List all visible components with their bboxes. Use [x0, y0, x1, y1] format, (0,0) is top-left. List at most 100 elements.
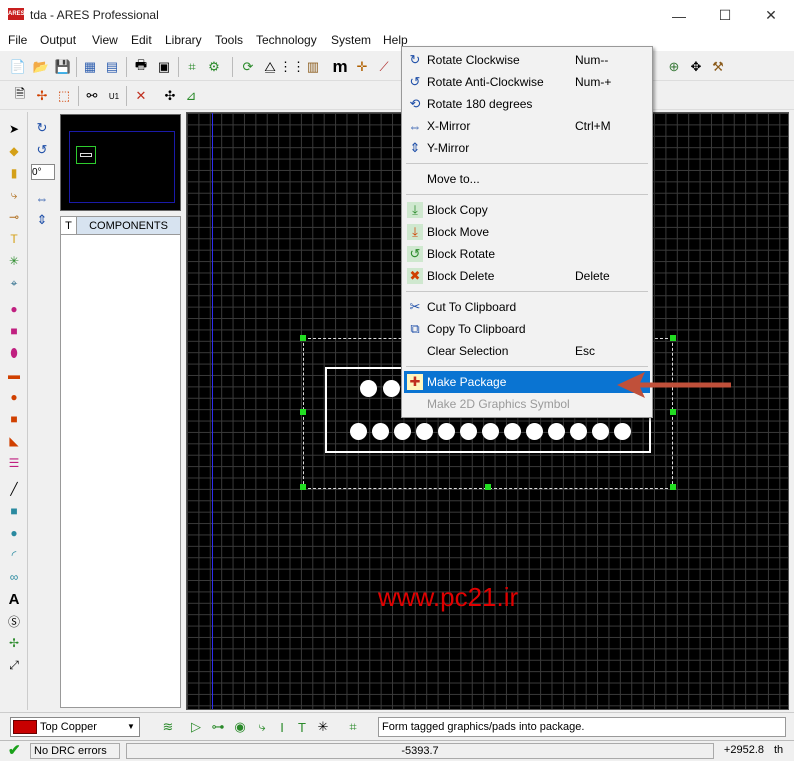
menu-file[interactable]: File — [8, 33, 27, 47]
menu-item-copy[interactable]: ⧉ Copy To Clipboard — [404, 318, 650, 340]
close-button[interactable]: ✕ — [748, 0, 794, 31]
rotate-ccw-icon[interactable]: ↺ — [32, 140, 52, 160]
rect-smt-pad-icon[interactable]: ■ — [5, 410, 23, 428]
coordinate-unit[interactable]: th — [774, 743, 783, 757]
ratsnest-mode-icon[interactable]: ✳ — [5, 252, 23, 270]
menu-technology[interactable]: Technology — [256, 33, 317, 47]
export-icon[interactable]: ▤ — [102, 57, 122, 77]
line-tool-icon[interactable]: ╱ — [5, 480, 23, 498]
minimize-button[interactable]: — — [656, 0, 702, 31]
design-rule-icon[interactable]: ⊿ — [181, 86, 201, 106]
pad[interactable] — [460, 423, 477, 440]
dil-pad-icon[interactable]: ⬮ — [5, 344, 23, 362]
new-file-icon[interactable]: 📄 — [8, 57, 28, 77]
grid-icon[interactable]: ⋮⋮ — [279, 57, 305, 77]
pad[interactable] — [526, 423, 543, 440]
menu-item-cut[interactable]: ✂ Cut To Clipboard — [404, 296, 650, 318]
menu-item-make-package[interactable]: ✚ Make Package — [404, 371, 650, 393]
menu-tools[interactable]: Tools — [215, 33, 243, 47]
menu-item-rotate-180[interactable]: ⟲ Rotate 180 degrees — [404, 93, 650, 115]
menu-edit[interactable]: Edit — [131, 33, 152, 47]
menu-item-rotate-anticlockwise[interactable]: ↺ Rotate Anti-Clockwise Num-+ — [404, 71, 650, 93]
menu-system[interactable]: System — [331, 33, 371, 47]
menu-library[interactable]: Library — [165, 33, 202, 47]
menu-output[interactable]: Output — [40, 33, 76, 47]
maximize-button[interactable]: ☐ — [702, 0, 748, 31]
metric-toggle-button[interactable]: m — [330, 57, 350, 77]
menu-item-block-move[interactable]: ⤓ Block Move — [404, 221, 650, 243]
pad[interactable] — [592, 423, 609, 440]
refresh-icon[interactable]: ⟳ — [238, 57, 258, 77]
package-mode-icon[interactable]: ▮ — [5, 164, 23, 182]
selection-handle[interactable] — [485, 484, 491, 490]
origin-icon[interactable]: ✛ — [352, 57, 372, 77]
x-mirror-icon[interactable]: ⇔ — [32, 188, 52, 208]
layers-visibility-icon[interactable]: ≋ — [158, 717, 178, 737]
component-mode-icon[interactable]: ◆ — [5, 142, 23, 160]
pad[interactable] — [548, 423, 565, 440]
selection-handle[interactable] — [670, 484, 676, 490]
rotation-angle-input[interactable] — [31, 164, 55, 180]
netlist-icon[interactable]: ⌗ — [182, 57, 202, 77]
page-icon[interactable]: 🗎 — [10, 86, 30, 106]
annotate-icon[interactable]: U1 — [104, 86, 124, 106]
pad[interactable] — [614, 423, 631, 440]
component-tab-button[interactable]: T — [61, 217, 77, 235]
selection-handle[interactable] — [670, 409, 676, 415]
selection-handle[interactable] — [300, 484, 306, 490]
tag-component-icon[interactable]: ✢ — [32, 86, 52, 106]
autoplace-icon[interactable]: ⚙ — [204, 57, 224, 77]
layer-dimension-icon[interactable]: I — [272, 717, 292, 737]
square-pad-icon[interactable]: ■ — [5, 322, 23, 340]
block-tag-icon[interactable]: ⬚ — [54, 86, 74, 106]
layer-component-icon[interactable]: ▷ — [186, 717, 206, 737]
track-mode-icon[interactable]: ⤷ — [5, 186, 23, 204]
selection-handle[interactable] — [670, 335, 676, 341]
path-tool-icon[interactable]: ∞ — [5, 568, 23, 586]
save-icon[interactable]: 💾 — [53, 57, 73, 77]
open-folder-icon[interactable]: 📂 — [31, 57, 51, 77]
menu-item-x-mirror[interactable]: ⇔ X-Mirror Ctrl+M — [404, 115, 650, 137]
pad[interactable] — [570, 423, 587, 440]
layer-selector[interactable]: Top Copper ▼ — [10, 717, 140, 737]
menu-item-clear-selection[interactable]: Clear Selection Esc — [404, 340, 650, 362]
chevron-down-icon[interactable]: ▼ — [125, 720, 137, 734]
via-mode-icon[interactable]: ⊸ — [5, 208, 23, 226]
text-tool-icon[interactable]: A — [5, 590, 23, 608]
menu-item-move-to[interactable]: Move to... — [404, 168, 650, 190]
pad[interactable] — [438, 423, 455, 440]
round-pad-icon[interactable]: ● — [5, 300, 23, 318]
import-icon[interactable]: ▦ — [80, 57, 100, 77]
rotate-cw-icon[interactable]: ↻ — [32, 118, 52, 138]
layer-connect-icon[interactable]: ⌗ — [343, 717, 363, 737]
pad[interactable] — [383, 380, 400, 397]
print-icon[interactable]: 🖶 — [131, 57, 151, 77]
y-mirror-icon[interactable]: ⇕ — [32, 210, 52, 230]
check-icon[interactable]: ✔ — [8, 743, 26, 759]
layers-icon[interactable]: ▥ — [303, 57, 323, 77]
flip-icon[interactable]: ⧋ — [260, 57, 280, 77]
edge-pad-icon[interactable]: ▬ — [5, 366, 23, 384]
connectivity-mode-icon[interactable]: ⌖ — [5, 274, 23, 292]
hammer-icon[interactable]: ⚒ — [708, 57, 728, 77]
selection-mode-icon[interactable]: ➤ — [5, 120, 23, 138]
menu-view[interactable]: View — [92, 33, 118, 47]
menu-item-block-delete[interactable]: ✖ Block Delete Delete — [404, 265, 650, 287]
pad[interactable] — [372, 423, 389, 440]
selection-handle[interactable] — [300, 409, 306, 415]
marker-tool-icon[interactable]: ✢ — [5, 634, 23, 652]
ratsnest-icon[interactable]: ✕ — [131, 86, 151, 106]
layer-pad-icon[interactable]: ⊶ — [208, 717, 228, 737]
circle-tool-icon[interactable]: ● — [5, 524, 23, 542]
search-icon[interactable]: ⚯ — [82, 86, 102, 106]
zone-mode-icon[interactable]: T — [5, 230, 23, 248]
menu-item-block-rotate[interactable]: ↺ Block Rotate — [404, 243, 650, 265]
layer-via-icon[interactable]: ◉ — [230, 717, 250, 737]
padstack-icon[interactable]: ☰ — [5, 454, 23, 472]
print-area-icon[interactable]: ▣ — [154, 57, 174, 77]
pad[interactable] — [416, 423, 433, 440]
dimension-tool-icon[interactable]: ⤢ — [5, 656, 23, 674]
layer-zone-icon[interactable]: T — [292, 717, 312, 737]
drc-status[interactable]: No DRC errors — [30, 743, 120, 759]
pad[interactable] — [360, 380, 377, 397]
